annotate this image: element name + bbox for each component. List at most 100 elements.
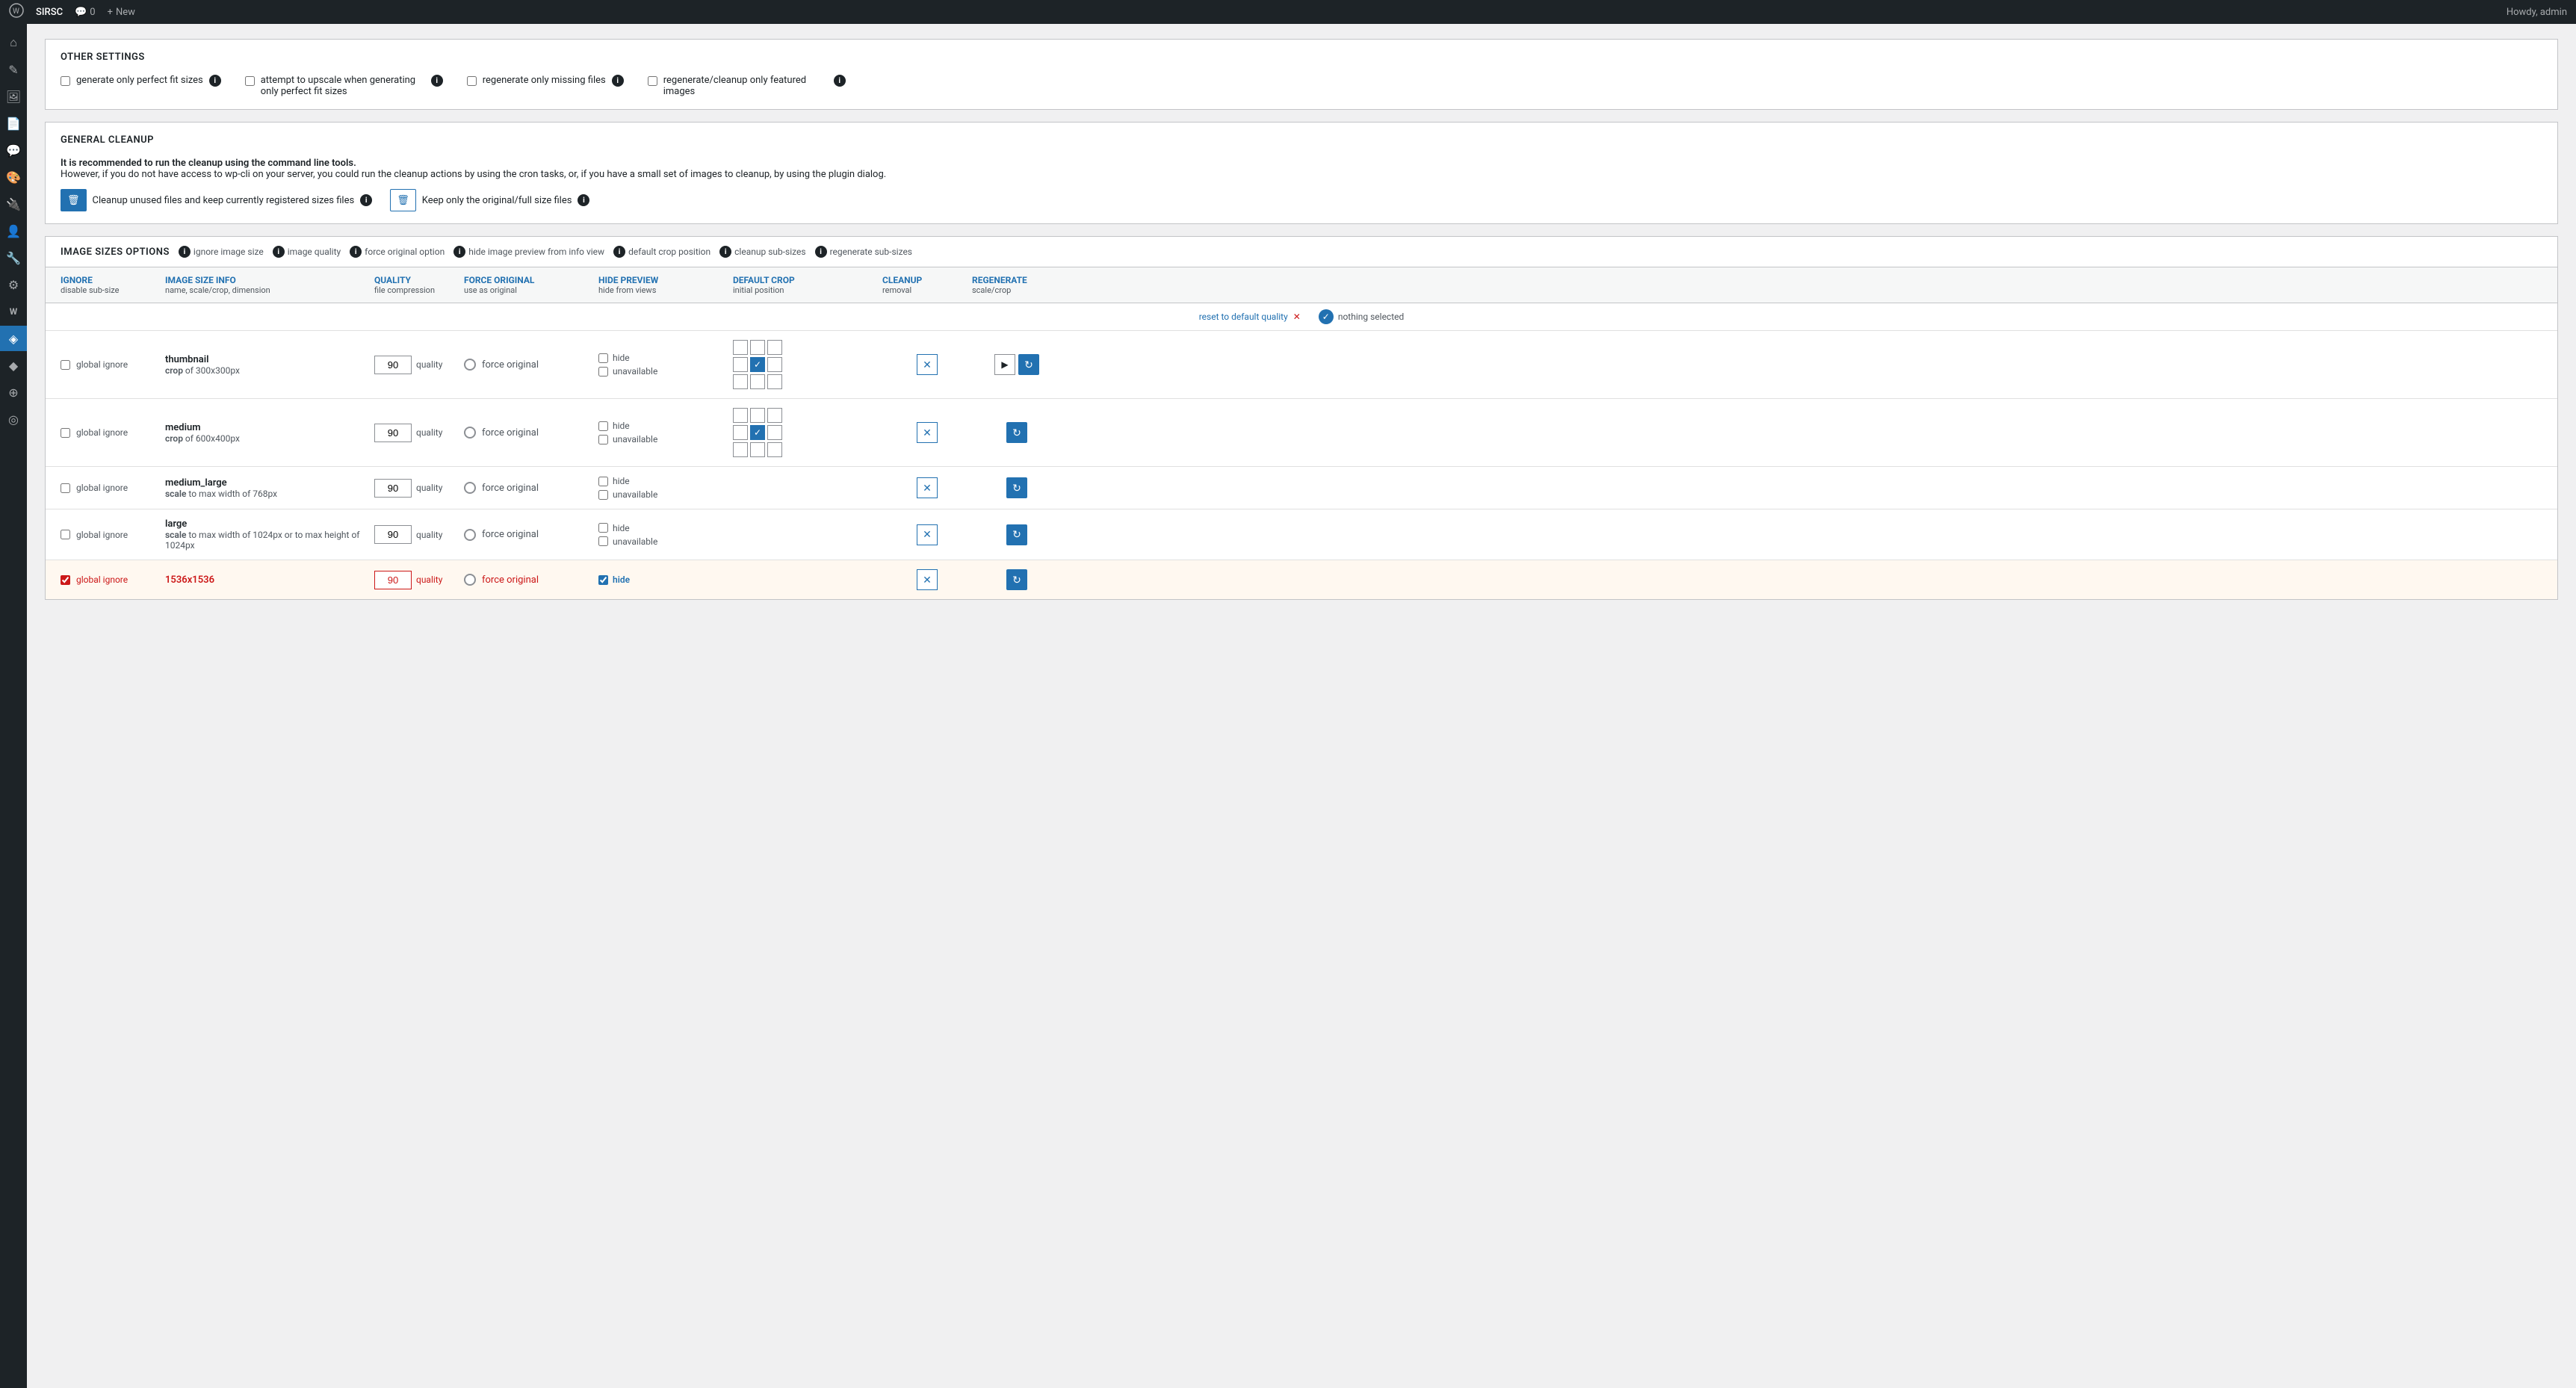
cleanup-x-button-medium-large[interactable]: ✕ [917, 477, 938, 498]
cleanup-buttons-row: 🗑 Cleanup unused files and keep currentl… [61, 189, 2542, 211]
force-original-radio-thumbnail[interactable] [464, 359, 476, 371]
crop-box-mc[interactable]: ✓ [750, 425, 765, 440]
header-cleanup-info-icon[interactable]: i [719, 246, 731, 258]
crop-box-mr[interactable] [767, 425, 782, 440]
crop-box-mc[interactable]: ✓ [750, 357, 765, 372]
crop-box-ml[interactable] [733, 357, 748, 372]
quality-label-thumbnail: quality [416, 359, 442, 370]
crop-box-br[interactable] [767, 374, 782, 389]
header-hide-preview-info-icon[interactable]: i [453, 246, 465, 258]
cleanup-x-button-large[interactable]: ✕ [917, 524, 938, 545]
cleanup-unused-info-icon[interactable]: i [360, 194, 372, 206]
header-force-original-label: force original option [365, 247, 445, 257]
regen-missing-info-icon[interactable]: i [612, 75, 624, 87]
force-original-radio-medium[interactable] [464, 427, 476, 439]
quality-input-large[interactable] [374, 525, 412, 544]
sidebar-icon-settings[interactable]: ⚙ [0, 272, 27, 297]
quality-input-medium-large[interactable] [374, 479, 412, 498]
crop-box-tr[interactable] [767, 408, 782, 423]
keep-original-info-icon[interactable]: i [578, 194, 589, 206]
default-crop-thumbnail[interactable]: ✓ [733, 340, 882, 389]
sidebar-icon-tools[interactable]: 🔧 [0, 245, 27, 270]
reset-quality-link[interactable]: reset to default quality ✕ [1199, 312, 1301, 322]
sidebar-icon-sirsc[interactable]: ◈ [0, 326, 27, 351]
ignore-medium-checkbox[interactable] [61, 428, 70, 438]
sidebar-icon-analytics[interactable]: ◎ [0, 406, 27, 432]
gen-perfect-fit-info-icon[interactable]: i [209, 75, 221, 87]
refresh-button-medium-large[interactable]: ↻ [1006, 477, 1027, 498]
unavail-checkbox-medium[interactable] [598, 435, 608, 444]
new-item-button[interactable]: + New [108, 7, 135, 18]
header-quality-info-icon[interactable]: i [273, 246, 285, 258]
attempt-upscale-info-icon[interactable]: i [431, 75, 443, 87]
hide-check-medium: hide [598, 421, 733, 431]
header-regenerate-info-icon[interactable]: i [815, 246, 827, 258]
crop-box-bc[interactable] [750, 374, 765, 389]
crop-box-bl[interactable] [733, 374, 748, 389]
ignore-thumbnail-checkbox[interactable] [61, 360, 70, 370]
refresh-button-thumbnail[interactable]: ↻ [1018, 354, 1039, 375]
regen-featured-checkbox[interactable] [648, 76, 657, 86]
quality-input-1536[interactable] [374, 571, 412, 589]
sidebar-icon-posts[interactable]: ✎ [0, 57, 27, 82]
sidebar-icon-media[interactable]: 🖼 [0, 84, 27, 109]
crop-box-bc[interactable] [750, 442, 765, 457]
comments-count[interactable]: 💬 0 [75, 7, 96, 18]
refresh-button-large[interactable]: ↻ [1006, 524, 1027, 545]
sidebar-icon-dashboard[interactable]: ⌂ [0, 30, 27, 55]
quality-input-medium[interactable] [374, 424, 412, 442]
sidebar-icon-plugins[interactable]: 🔌 [0, 191, 27, 217]
sidebar-icon-misc[interactable]: ◆ [0, 353, 27, 378]
crop-box-bl[interactable] [733, 442, 748, 457]
quality-input-thumbnail[interactable] [374, 356, 412, 374]
col-cleanup: CLEANUP removal [882, 275, 972, 295]
force-original-radio-1536[interactable] [464, 574, 476, 586]
ignore-cell-thumbnail: global ignore [61, 359, 165, 370]
crop-box-br[interactable] [767, 442, 782, 457]
force-original-radio-large[interactable] [464, 529, 476, 541]
sidebar-icon-tools2[interactable]: ⊕ [0, 379, 27, 405]
keep-original-button[interactable]: 🗑 [390, 189, 416, 211]
crop-box-tc[interactable] [750, 408, 765, 423]
force-original-radio-medium-large[interactable] [464, 482, 476, 494]
cleanup-x-button-1536[interactable]: ✕ [917, 569, 938, 590]
cleanup-x-button-medium[interactable]: ✕ [917, 422, 938, 443]
crop-box-ml[interactable] [733, 425, 748, 440]
crop-box-tl[interactable] [733, 408, 748, 423]
hide-checkbox-1536[interactable] [598, 575, 608, 585]
site-name[interactable]: SIRSC [36, 7, 63, 18]
hide-checkbox-large[interactable] [598, 523, 608, 533]
regen-missing-checkbox[interactable] [467, 76, 477, 86]
ignore-1536-checkbox[interactable] [61, 575, 70, 585]
crop-box-mr[interactable] [767, 357, 782, 372]
default-crop-medium[interactable]: ✓ [733, 408, 882, 457]
header-force-original-info-icon[interactable]: i [350, 246, 362, 258]
regen-featured-info-icon[interactable]: i [834, 75, 846, 87]
hide-checkbox-thumbnail[interactable] [598, 353, 608, 363]
unavail-checkbox-large[interactable] [598, 536, 608, 546]
unavail-checkbox-medium-large[interactable] [598, 490, 608, 500]
crop-box-tr[interactable] [767, 340, 782, 355]
sidebar-icon-users[interactable]: 👤 [0, 218, 27, 244]
sidebar-icon-pages[interactable]: 📄 [0, 111, 27, 136]
play-button-thumbnail[interactable]: ▶ [994, 354, 1015, 375]
crop-box-tl[interactable] [733, 340, 748, 355]
sidebar-icon-comments[interactable]: 💬 [0, 137, 27, 163]
unavail-checkbox-thumbnail[interactable] [598, 367, 608, 377]
ignore-medium-large-checkbox[interactable] [61, 483, 70, 493]
header-ignore-info-icon[interactable]: i [179, 246, 191, 258]
hide-checkbox-medium-large[interactable] [598, 477, 608, 486]
crop-box-tc[interactable] [750, 340, 765, 355]
cleanup-x-button-thumbnail[interactable]: ✕ [917, 354, 938, 375]
refresh-button-1536[interactable]: ↻ [1006, 569, 1027, 590]
quality-label-1536: quality [416, 574, 442, 585]
cleanup-unused-button[interactable]: 🗑 [61, 189, 87, 211]
gen-perfect-fit-checkbox[interactable] [61, 76, 70, 86]
refresh-button-medium[interactable]: ↻ [1006, 422, 1027, 443]
sidebar-icon-woo[interactable]: W [0, 299, 27, 324]
header-default-crop-info-icon[interactable]: i [613, 246, 625, 258]
ignore-large-checkbox[interactable] [61, 530, 70, 539]
sidebar-icon-appearance[interactable]: 🎨 [0, 164, 27, 190]
hide-checkbox-medium[interactable] [598, 421, 608, 431]
attempt-upscale-checkbox[interactable] [245, 76, 255, 86]
